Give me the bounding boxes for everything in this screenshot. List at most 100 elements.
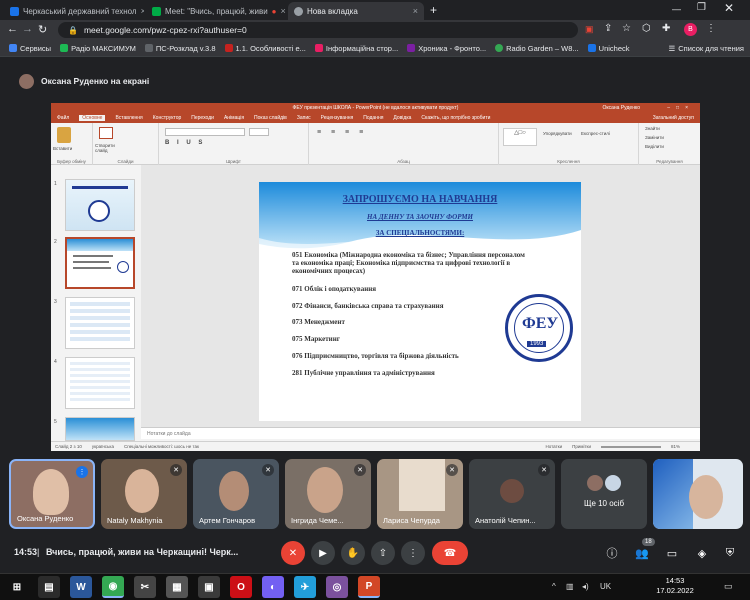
more-participants-tile[interactable]: Ще 10 осіб (561, 459, 647, 529)
language-indicator[interactable]: UK (600, 582, 611, 591)
more-menu-icon[interactable]: ⋮ (706, 23, 716, 34)
extension-icon[interactable]: ⬡ (642, 23, 651, 34)
file-explorer-icon[interactable]: ▤ (38, 576, 60, 598)
replace-button[interactable]: Замінити (645, 135, 664, 140)
back-icon[interactable]: ← (7, 23, 18, 35)
reading-list[interactable]: ☰ Список для чтения (669, 44, 745, 53)
leave-call-button[interactable]: ☎ (432, 541, 468, 565)
viber-icon[interactable]: ◐ (262, 576, 284, 598)
notes-toggle[interactable]: Нотатки (545, 444, 562, 449)
puzzle-icon[interactable]: ✚ (662, 23, 670, 34)
ppt-tab-file[interactable]: Файл (57, 115, 69, 121)
start-menu-icon[interactable]: ⊞ (6, 576, 28, 598)
find-button[interactable]: Знайти (645, 126, 660, 131)
participant-tile[interactable] (653, 459, 743, 529)
accessibility-status[interactable]: Спеціальні можливості: шось не так (124, 444, 199, 449)
bookmark-item[interactable]: Хроника - Фронто... (407, 44, 486, 53)
present-button[interactable]: ⇧ (371, 541, 395, 565)
more-options-button[interactable]: ⋮ (401, 541, 425, 565)
zoom-level[interactable]: 81% (671, 444, 680, 449)
font-size-select[interactable] (249, 128, 269, 136)
mic-toggle-button[interactable]: ✕ (281, 541, 305, 565)
bookmark-item[interactable]: Радіо МАКСИМУМ (60, 44, 136, 53)
participant-tile[interactable]: ✕ Nataly Makhynia (101, 459, 187, 529)
participant-tile[interactable]: ✕ Інгрида Чеме... (285, 459, 371, 529)
ppt-tab-insert[interactable]: Вставлення (115, 115, 142, 121)
paste-icon[interactable] (57, 127, 71, 143)
notes-field[interactable]: Нотатки до слайда (141, 427, 700, 439)
bookmark-item[interactable]: Сервисы (9, 44, 51, 53)
chrome-icon[interactable]: ◉ (102, 576, 124, 598)
slide-thumbnail-3[interactable] (65, 297, 135, 349)
ppt-tab-home[interactable]: Основне (79, 115, 106, 121)
arrange-button[interactable]: Упорядкувати (543, 131, 572, 136)
browser-tab-1[interactable]: Meet: "Вчись, працюй, живи ● × (146, 2, 286, 20)
bookmark-item[interactable]: Radio Garden – W8... (495, 44, 579, 53)
ppt-tab-slideshow[interactable]: Показ слайдів (254, 115, 287, 121)
new-tab-button[interactable]: + (430, 3, 437, 17)
browser-tab-2[interactable]: Нова вкладка × (288, 2, 424, 20)
omnibox[interactable]: 🔒 meet.google.com/pwz-cpez-rxi?authuser=… (58, 22, 578, 38)
new-slide-icon[interactable] (99, 127, 113, 139)
ppt-tab-transitions[interactable]: Переходи (191, 115, 214, 121)
snipping-tool-icon[interactable]: ✂ (134, 576, 156, 598)
notifications-icon[interactable]: ▭ (724, 581, 733, 592)
people-icon[interactable]: 👥 (634, 545, 650, 561)
zoom-slider[interactable] (600, 445, 661, 448)
minimize-icon[interactable]: — (672, 4, 681, 14)
quick-styles-button[interactable]: Експрес-стилі (581, 131, 610, 136)
telegram-icon[interactable]: ✈ (294, 576, 316, 598)
powerpoint-icon[interactable]: P (358, 576, 380, 598)
volume-icon[interactable]: ◂) (582, 582, 589, 591)
participant-tile[interactable]: ⋮ Оксана Руденко (9, 459, 95, 529)
reload-icon[interactable]: ↻ (38, 23, 47, 36)
opera-icon[interactable]: O (230, 576, 252, 598)
ppt-tab-review[interactable]: Рецензування (321, 115, 354, 121)
share-icon[interactable]: ⇪ (604, 23, 612, 34)
host-controls-icon[interactable]: ⛨ (722, 545, 738, 561)
browser-tab-0[interactable]: Черкаський державний технол × (4, 2, 144, 20)
viber-chat-icon[interactable]: ◎ (326, 576, 348, 598)
camera-toggle-button[interactable]: ▶ (311, 541, 335, 565)
bookmark-item[interactable]: Unicheck (587, 44, 630, 53)
meeting-details-icon[interactable]: ⓘ (604, 545, 620, 561)
calculator-icon[interactable]: ▦ (166, 576, 188, 598)
ppt-tab-help[interactable]: Довідка (393, 115, 411, 121)
activities-icon[interactable]: ◈ (694, 545, 710, 561)
bookmark-item[interactable]: ПС-Розклад v.3.8 (144, 44, 216, 53)
raise-hand-button[interactable]: ✋ (341, 541, 365, 565)
slide-thumbnail-1[interactable] (65, 179, 135, 231)
comments-toggle[interactable]: Примітки (572, 444, 591, 449)
system-clock[interactable]: 14:53 17.02.2022 (640, 576, 710, 596)
language-indicator[interactable]: українська (92, 444, 114, 449)
close-tab-icon[interactable]: × (281, 6, 286, 16)
network-icon[interactable]: ▥ (566, 582, 574, 591)
ppt-tab-record[interactable]: Запис (297, 115, 311, 121)
slide-thumbnail-4[interactable] (65, 357, 135, 409)
star-icon[interactable]: ☆ (622, 23, 631, 34)
word-icon[interactable]: W (70, 576, 92, 598)
bookmark-item[interactable]: Інформаційна стор... (314, 44, 398, 53)
slide-thumbnail-2[interactable] (65, 237, 135, 289)
ppt-tab-design[interactable]: Конструктор (153, 115, 182, 121)
restore-icon[interactable]: ❐ (697, 2, 706, 13)
camera-active-icon[interactable]: ▣ (585, 24, 594, 35)
paragraph-format-icon[interactable]: ≡ ≡ ≡ ≡ (317, 129, 367, 136)
ppt-tab-view[interactable]: Подання (363, 115, 383, 121)
ppt-tell-me[interactable]: Скажіть, що потрібно зробити (421, 115, 490, 121)
forward-icon[interactable]: → (22, 23, 33, 35)
select-button[interactable]: Виділити (645, 144, 664, 149)
close-tab-icon[interactable]: × (413, 6, 418, 16)
participant-tile[interactable]: ✕ Лариса Чепурда (377, 459, 463, 529)
participant-tile[interactable]: ✕ Анатолій Чепин... (469, 459, 555, 529)
app-icon[interactable]: ▣ (198, 576, 220, 598)
tray-chevron-icon[interactable]: ^ (552, 582, 556, 591)
bookmark-item[interactable]: 1.1. Особливості е... (224, 44, 306, 53)
close-window-icon[interactable]: ✕ (724, 1, 734, 15)
slide-thumbnail-5[interactable] (65, 417, 135, 441)
font-family-select[interactable] (165, 128, 245, 136)
paste-button[interactable]: Вставити (53, 146, 72, 151)
font-format-buttons[interactable]: B I U S (165, 140, 205, 146)
participant-tile[interactable]: ✕ Артем Гончаров (193, 459, 279, 529)
chat-icon[interactable]: ▭ (664, 545, 680, 561)
